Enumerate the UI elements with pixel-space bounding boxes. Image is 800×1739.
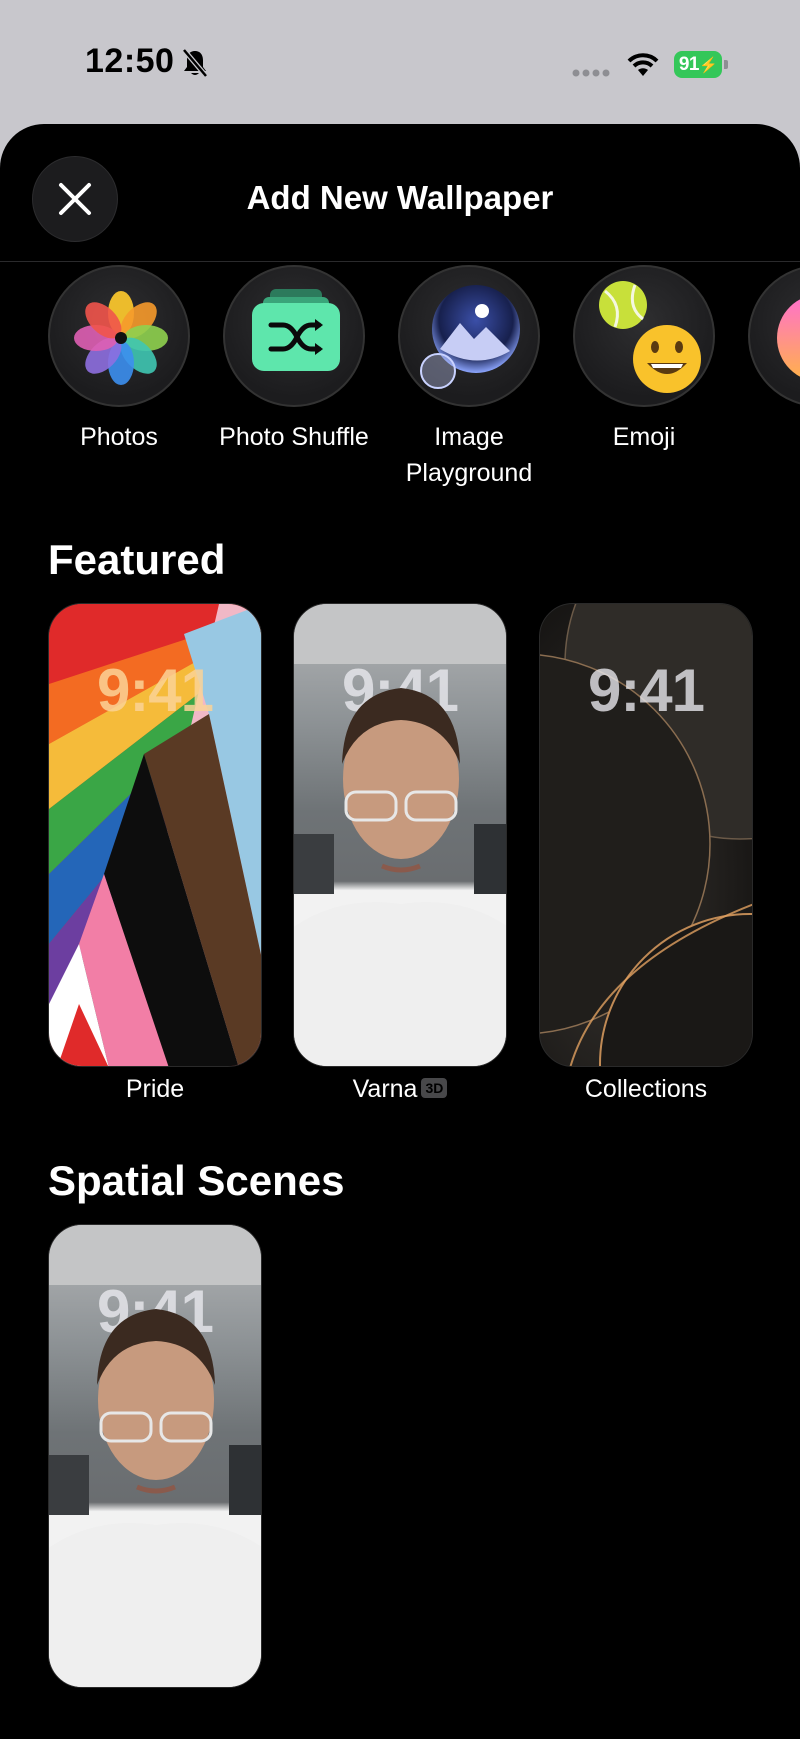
- wallpaper-label: Varna 3D: [293, 1075, 507, 1104]
- portrait-photo: [294, 604, 506, 1066]
- emoji-icon: [599, 281, 701, 393]
- source-photos[interactable]: Photos: [29, 265, 209, 455]
- cellular-signal-icon: [572, 69, 610, 77]
- wallpaper-card-varna[interactable]: 9:41: [293, 603, 507, 1067]
- featured-title: Featured: [48, 536, 226, 583]
- wallpaper-card-spatial[interactable]: 9:41: [48, 1224, 262, 1688]
- wifi-icon: [627, 53, 659, 76]
- source-label: Emoji: [612, 423, 676, 451]
- color-gradient-icon: [777, 299, 800, 377]
- source-color[interactable]: C: [729, 265, 800, 455]
- shuffle-icon: [252, 289, 340, 371]
- wallpaper-card-collections[interactable]: 9:41: [539, 603, 753, 1067]
- spatial-scenes-title: Spatial Scenes: [48, 1157, 345, 1204]
- badge-3d: 3D: [421, 1078, 448, 1099]
- wallpaper-card-pride[interactable]: 9:41: [48, 603, 262, 1067]
- photos-flower-icon: [74, 291, 168, 385]
- bell-slash-icon: [182, 48, 208, 78]
- source-emoji[interactable]: Emoji: [554, 265, 734, 455]
- wallpaper-label: Pride: [125, 1075, 185, 1103]
- source-photo-shuffle[interactable]: Photo Shuffle: [204, 265, 384, 455]
- image-playground-icon: [420, 285, 520, 389]
- source-label: Photo Shuffle: [219, 423, 369, 451]
- portrait-photo: [49, 1225, 261, 1687]
- header-divider: [0, 261, 800, 262]
- wallpaper-label-text: Varna: [352, 1075, 418, 1103]
- source-label: Image Playground: [405, 423, 533, 487]
- sheet-title: Add New Wallpaper: [246, 179, 554, 216]
- lock-screen-time: 9:41: [587, 657, 705, 724]
- lock-screen-time: 9:41: [96, 657, 214, 724]
- status-time: 12:50: [85, 42, 175, 80]
- source-label: Photos: [80, 423, 158, 451]
- add-wallpaper-sheet: Add New Wallpaper Photos Photo Shuffle I…: [0, 124, 800, 1739]
- battery-level: 91: [678, 53, 700, 75]
- status-bar: 12:50 91 ⚡: [0, 0, 800, 124]
- battery-indicator: 91 ⚡: [674, 51, 728, 78]
- source-label: C: [729, 419, 800, 455]
- wallpaper-label: Collections: [584, 1075, 708, 1103]
- source-image-playground[interactable]: Image Playground: [379, 265, 559, 491]
